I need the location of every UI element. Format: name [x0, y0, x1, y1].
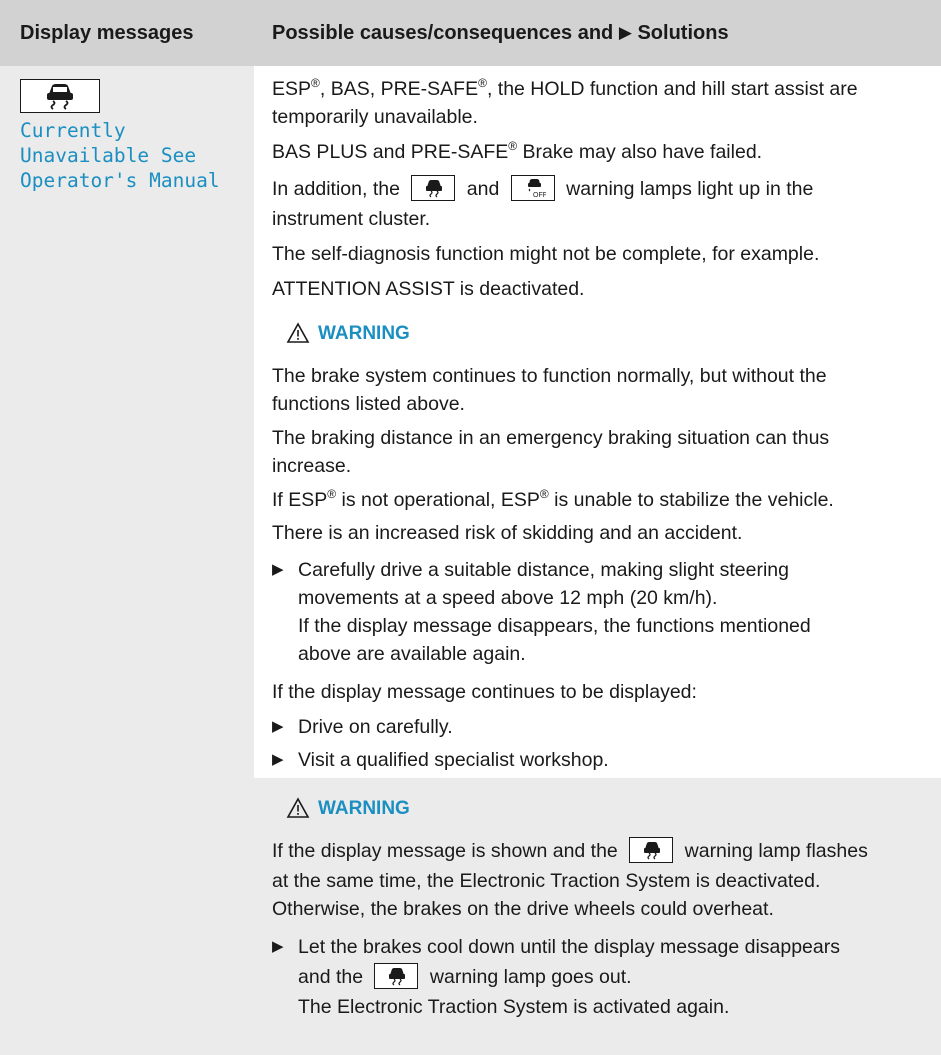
causes-panel [254, 66, 941, 776]
step-1-line-2: movements at a speed above 12 mph (20 km… [298, 587, 718, 609]
warning1-line-1: The brake system continues to function n… [272, 365, 827, 387]
warning2-step-line-1: Let the brakes cool down until the displ… [298, 936, 840, 958]
warning-title-2: WARNING [318, 798, 410, 819]
text-lamp-goes-out: warning lamp goes out. [429, 966, 632, 988]
text-hold: , the HOLD function and hill start assis… [486, 78, 858, 100]
text-bas-plus: BAS PLUS and PRE-SAFE [272, 141, 509, 163]
warning2-line-3: Otherwise, the brakes on the drive wheel… [272, 898, 774, 920]
message-table: Display messages Possible causes/consequ… [0, 0, 941, 1055]
header-solutions-label: Solutions [637, 22, 729, 44]
step-1-line-4: above are available again. [298, 643, 526, 665]
registered-mark: ® [311, 76, 320, 90]
registered-mark: ® [508, 139, 518, 153]
bullet-triangle-icon: ▶ [272, 751, 284, 768]
paragraph-attention-assist: ATTENTION ASSIST is deactivated. [272, 278, 585, 300]
warning-triangle-icon [286, 322, 310, 343]
text-if-display: If the display message is shown and the [272, 840, 618, 862]
warning2-line-1: If the display message is shown and the … [272, 837, 868, 865]
paragraph-lamps: In addition, the and OFF warning lamps l… [272, 175, 813, 203]
esp-warning-lamp-icon [411, 175, 456, 201]
paragraph-esp: ESP®, BAS, PRE-SAFE®, the HOLD function … [272, 75, 858, 103]
warning-triangle-icon [286, 797, 310, 818]
bullet-triangle-icon: ▶ [272, 718, 284, 735]
text-and-the: and the [298, 966, 364, 988]
text-warning-lamps: warning lamps light up in the [566, 178, 814, 200]
text-not-operational: is not operational, ESP [336, 489, 540, 511]
display-message-text: Currently Unavailable See Operator's Man… [20, 118, 220, 193]
text-brake: Brake may also have failed. [517, 141, 763, 163]
warning1-line-4: increase. [272, 455, 352, 477]
paragraph-lamps-cont: instrument cluster. [272, 208, 431, 230]
step-1-line-1: Carefully drive a suitable distance, mak… [298, 559, 789, 581]
step-drive-carefully: Drive on carefully. [298, 716, 453, 738]
paragraph-self-diagnosis: The self-diagnosis function might not be… [272, 243, 820, 265]
warning-heading-2: WARNING [286, 795, 410, 823]
step-visit-workshop: Visit a qualified specialist workshop. [298, 749, 609, 771]
paragraph-continues: If the display message continues to be d… [272, 681, 697, 703]
header-causes-label: Possible causes/consequences and [272, 22, 614, 44]
registered-mark: ® [327, 487, 337, 501]
display-message-column [0, 66, 254, 1055]
text-lamp-flashes: warning lamp flashes [684, 840, 868, 862]
warning-heading-1: WARNING [286, 320, 410, 348]
text-bas: , BAS, PRE-SAFE [319, 78, 479, 100]
warning2-step-line-2: and the warning lamp goes out. [298, 963, 632, 991]
text-in-addition: In addition, the [272, 178, 400, 200]
text-and: and [466, 178, 500, 200]
message-line-1: Currently [20, 119, 126, 142]
step-1-line-3: If the display message disappears, the f… [298, 615, 811, 637]
warning-title-1: WARNING [318, 323, 410, 344]
registered-mark: ® [478, 76, 487, 90]
esp-warning-lamp-icon [629, 837, 674, 863]
bullet-triangle-icon: ▶ [272, 561, 284, 578]
message-line-3: Operator's Manual [20, 169, 220, 192]
text-if-esp: If ESP [272, 489, 328, 511]
header-causes-solutions: Possible causes/consequences and ▶ Solut… [272, 0, 729, 66]
registered-mark: ® [539, 487, 549, 501]
warning1-line-6: There is an increased risk of skidding a… [272, 522, 743, 544]
warning1-line-2: functions listed above. [272, 393, 465, 415]
svg-text:OFF: OFF [533, 192, 546, 198]
skidding-car-icon [20, 79, 100, 113]
warning2-line-2: at the same time, the Electronic Tractio… [272, 870, 821, 892]
paragraph-esp-cont: temporarily unavailable. [272, 106, 478, 128]
warning2-step-line-3: The Electronic Traction System is activa… [298, 996, 730, 1018]
warning1-line-5: If ESP® is not operational, ESP® is unab… [272, 486, 834, 514]
play-triangle-icon: ▶ [618, 23, 632, 42]
bullet-triangle-icon: ▶ [272, 938, 284, 955]
esp-warning-lamp-icon [374, 963, 419, 989]
warning1-line-3: The braking distance in an emergency bra… [272, 427, 830, 449]
header-display-messages: Display messages [20, 22, 194, 44]
table-header: Display messages Possible causes/consequ… [0, 0, 941, 66]
panel-divider [254, 776, 941, 778]
message-line-2: Unavailable See [20, 144, 197, 167]
text-unable-stabilize: is unable to stabilize the vehicle. [548, 489, 834, 511]
paragraph-bas-plus: BAS PLUS and PRE-SAFE® Brake may also ha… [272, 138, 762, 166]
esp-off-warning-lamp-icon: OFF [510, 175, 555, 201]
text-esp: ESP [272, 78, 312, 100]
